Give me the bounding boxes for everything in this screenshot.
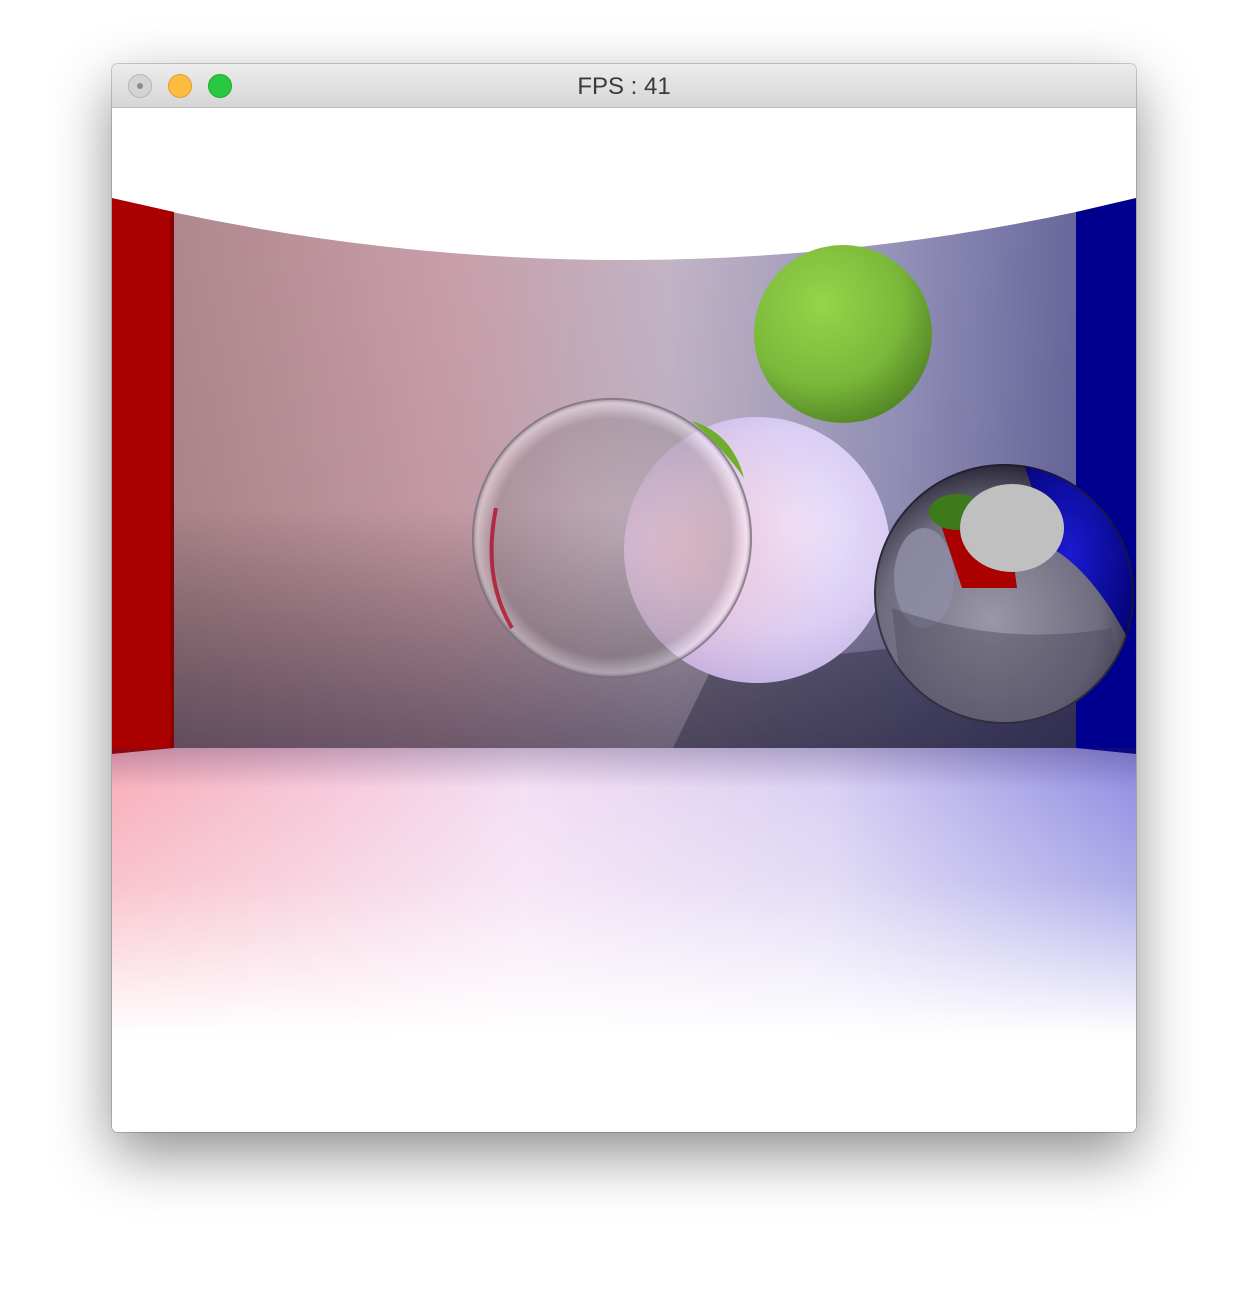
title-bar[interactable]: FPS : 41 [112,64,1136,108]
render-viewport[interactable] [112,108,1136,1132]
app-window: FPS : 41 [112,64,1136,1132]
floor-fade [112,748,1136,1132]
floor-contact-shadow [112,748,1136,788]
left-wall-edge [170,212,174,750]
green-sphere [754,245,932,423]
window-title: FPS : 41 [577,73,671,100]
raytrace-canvas [112,108,1136,1132]
left-wall [112,198,174,756]
